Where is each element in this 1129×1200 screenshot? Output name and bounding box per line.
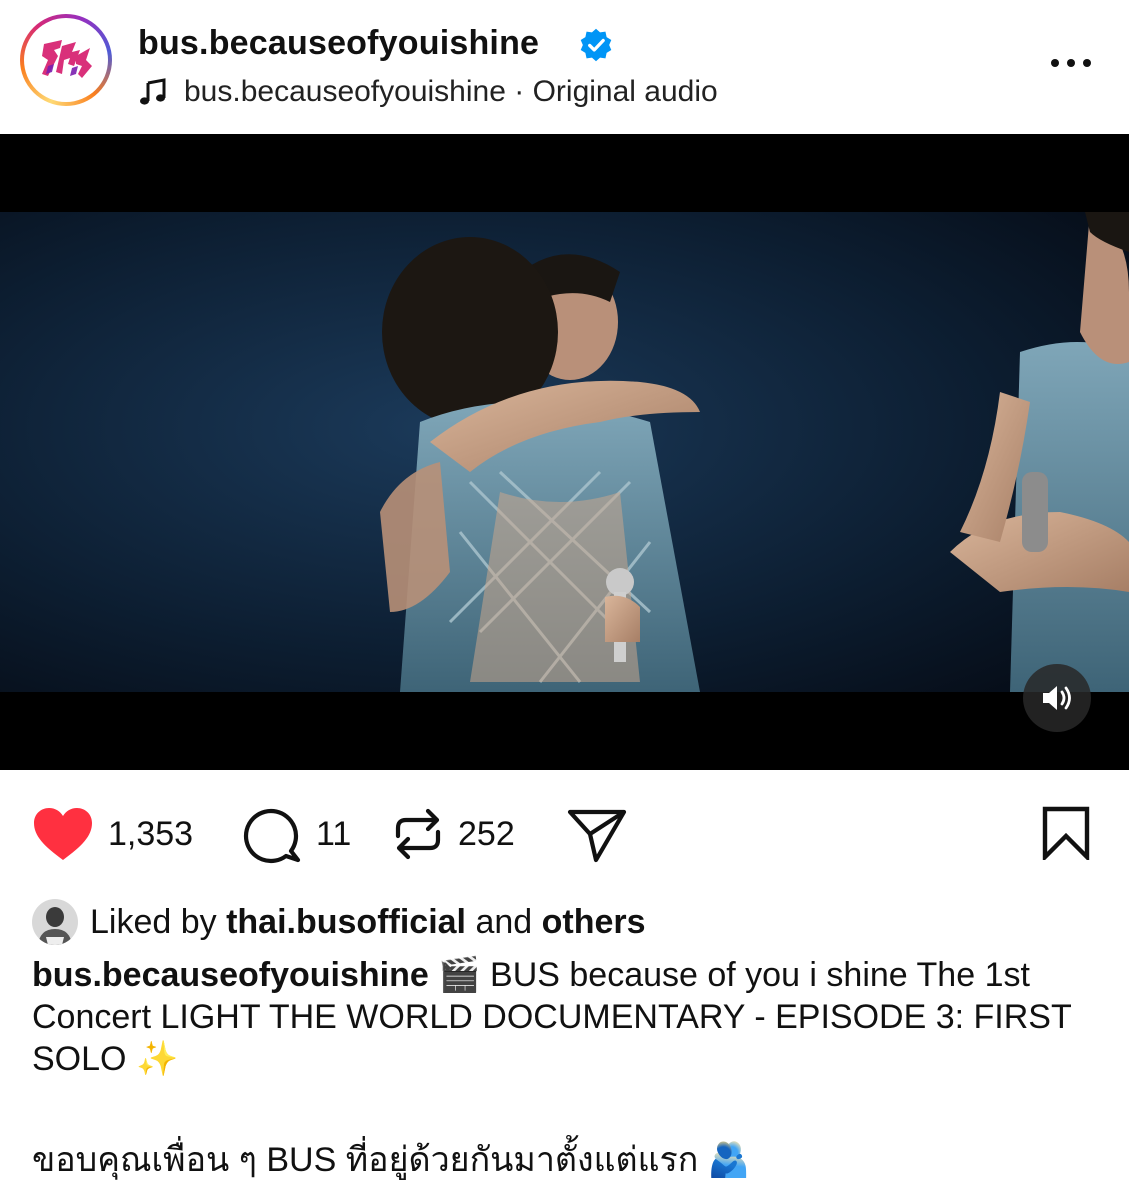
post-actions: 1,353 11 252: [0, 800, 1129, 868]
brand-logo-icon: [32, 26, 100, 94]
liked-by-middle: and: [466, 902, 542, 941]
verified-badge-icon: [580, 28, 612, 62]
reposts-count: 252: [458, 814, 515, 853]
caption-thai-text: ขอบคุณเพื่อน ๆ BUS ที่อยู่ด้วยกันมาตั้งแ…: [32, 1141, 699, 1179]
audio-owner: bus.becauseofyouishine: [184, 75, 506, 108]
audio-label: Original audio: [532, 75, 718, 108]
post-username[interactable]: bus.becauseofyouishine: [138, 24, 539, 63]
comments-count: 11: [316, 814, 352, 853]
liked-by-row[interactable]: Liked by thai.busofficial and others: [32, 896, 646, 948]
music-note-icon: [140, 78, 166, 105]
post-caption: bus.becauseofyouishine 🎬 BUS because of …: [32, 954, 1102, 1080]
video-player[interactable]: [0, 134, 1129, 770]
like-button[interactable]: 1,353: [32, 800, 193, 868]
caption-author[interactable]: bus.becauseofyouishine: [32, 956, 429, 994]
sparkles-emoji: ✨: [135, 1040, 179, 1078]
video-frame: [0, 212, 1129, 692]
likes-count: 1,353: [108, 814, 194, 853]
repost-button[interactable]: 252: [392, 800, 515, 868]
heart-filled-icon: [34, 808, 92, 860]
share-button[interactable]: [566, 800, 628, 868]
post-header: bus.becauseofyouishine bus.becauseofyoui…: [0, 0, 1129, 134]
comment-button[interactable]: 11: [242, 800, 351, 868]
sound-toggle-button[interactable]: [1023, 664, 1091, 732]
liked-by-prefix: Liked by: [90, 902, 227, 941]
more-options-icon[interactable]: [1050, 56, 1092, 70]
profile-avatar[interactable]: [20, 14, 112, 106]
speaker-icon: [1043, 686, 1071, 710]
audio-separator: ·: [505, 75, 533, 108]
send-paper-plane-icon: [567, 809, 627, 863]
liked-by-others[interactable]: others: [542, 903, 646, 942]
bookmark-icon[interactable]: [1040, 806, 1092, 860]
caption-thai-line: ขอบคุณเพื่อน ๆ BUS ที่อยู่ด้วยกันมาตั้งแ…: [32, 1138, 750, 1182]
liker-avatar: [32, 899, 78, 945]
repost-arrows-icon: [395, 808, 441, 860]
audio-info[interactable]: bus.becauseofyouishine · Original audio: [138, 72, 718, 112]
comment-bubble-icon: [243, 808, 301, 864]
clapperboard-emoji: 🎬: [438, 956, 481, 994]
liked-by-user[interactable]: thai.busofficial: [226, 903, 466, 942]
hug-emoji: 🫂: [707, 1141, 751, 1179]
